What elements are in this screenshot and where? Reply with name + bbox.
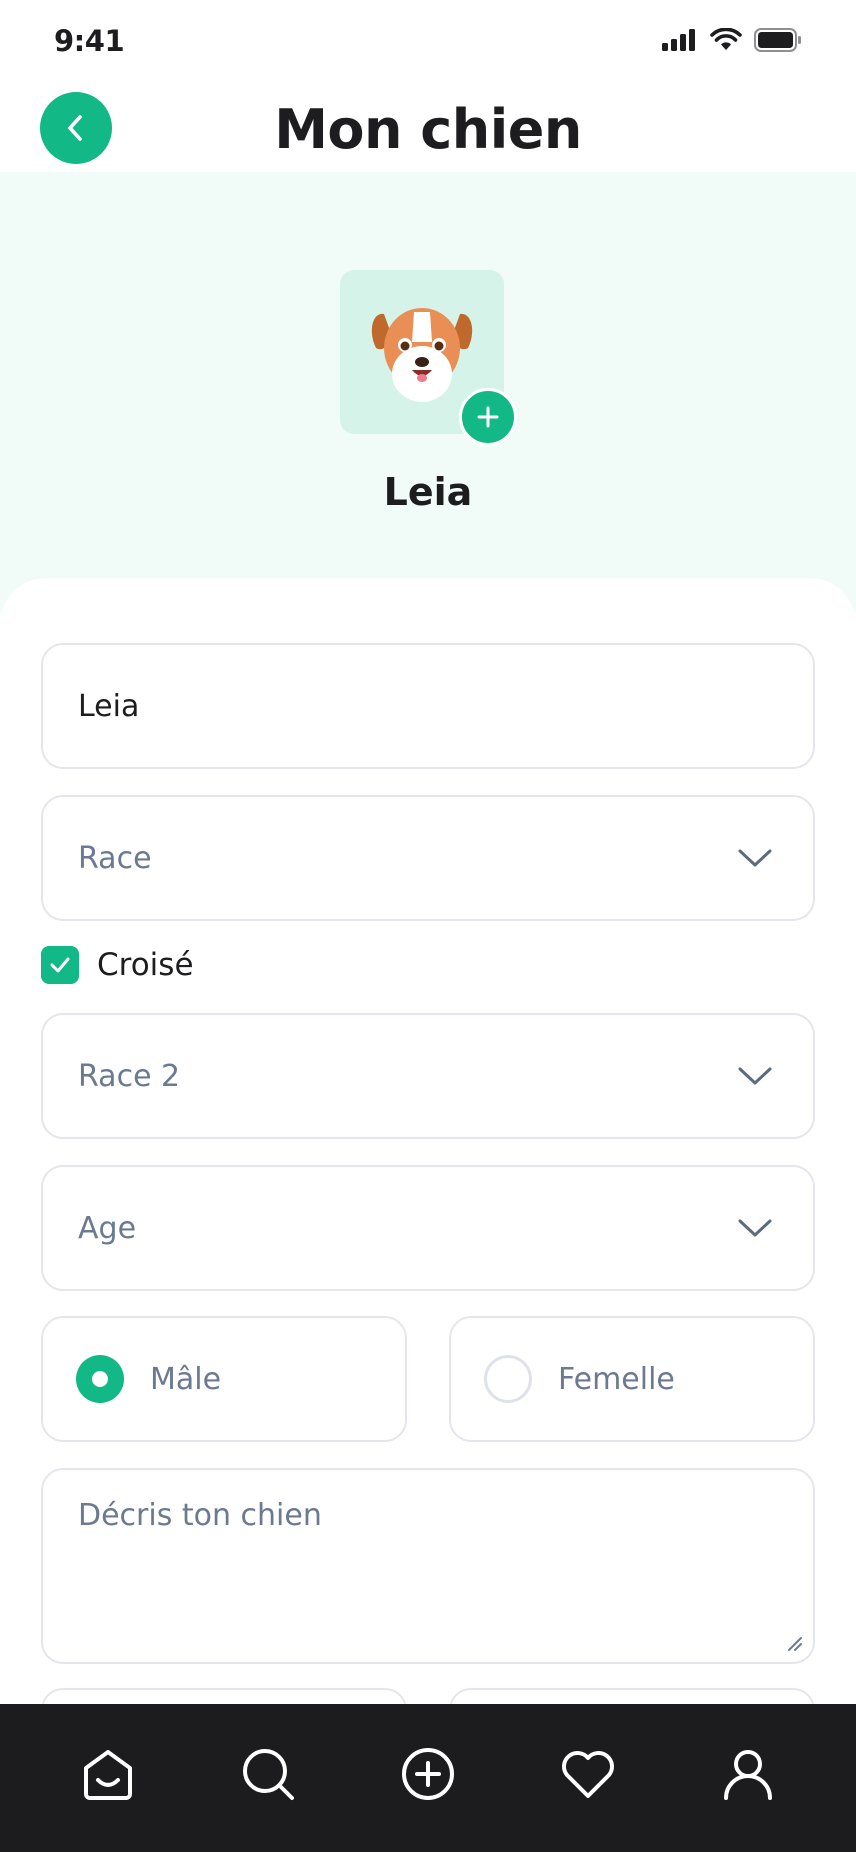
name-field[interactable]: Leia xyxy=(41,643,815,769)
search-icon xyxy=(243,1749,294,1800)
radio-unselected[interactable] xyxy=(484,1355,532,1403)
tab-bar xyxy=(0,1704,856,1852)
header: Mon chien xyxy=(0,80,856,172)
race2-select[interactable]: Race 2 xyxy=(41,1013,815,1139)
dog-name: Leia xyxy=(383,470,473,514)
checkbox-checked[interactable] xyxy=(41,946,79,984)
mixed-breed-checkbox[interactable]: Croisé xyxy=(41,946,194,984)
checkmark-icon xyxy=(50,957,70,973)
page-title: Mon chien xyxy=(274,98,582,161)
profile-hero: Leia xyxy=(0,172,856,612)
sex-option-male[interactable]: Mâle xyxy=(41,1316,407,1442)
age-select-placeholder: Age xyxy=(78,1210,137,1246)
status-time: 9:41 xyxy=(54,24,125,58)
female-label: Femelle xyxy=(558,1361,675,1397)
status-icons xyxy=(662,28,802,52)
form-card: Leia Race Croisé Race 2 Age Mâle Femelle xyxy=(0,578,856,1748)
radio-selected[interactable] xyxy=(76,1355,124,1403)
add-circle-icon xyxy=(402,1748,454,1800)
dog-avatar-image xyxy=(371,308,473,402)
heart-icon xyxy=(562,1751,614,1798)
mixed-breed-label: Croisé xyxy=(97,947,194,983)
age-select[interactable]: Age xyxy=(41,1165,815,1291)
sex-option-female[interactable]: Femelle xyxy=(449,1316,815,1442)
wifi-icon xyxy=(710,28,742,50)
profile-icon xyxy=(724,1750,772,1800)
name-field-value: Leia xyxy=(78,688,140,724)
tab-add[interactable] xyxy=(388,1734,468,1814)
chevron-down-icon xyxy=(738,1219,772,1237)
plus-icon xyxy=(477,406,499,428)
tab-favorites[interactable] xyxy=(548,1734,628,1814)
add-photo-button[interactable] xyxy=(459,388,517,446)
tab-home[interactable] xyxy=(68,1734,148,1814)
male-label: Mâle xyxy=(150,1361,222,1397)
cellular-signal-icon xyxy=(662,29,695,51)
chevron-down-icon xyxy=(738,849,772,867)
home-icon xyxy=(84,1750,132,1800)
resize-handle-icon[interactable] xyxy=(783,1632,805,1654)
chevron-down-icon xyxy=(738,1067,772,1085)
battery-icon xyxy=(754,28,801,52)
description-textarea[interactable]: Décris ton chien xyxy=(41,1468,815,1664)
tab-search[interactable] xyxy=(228,1734,308,1814)
status-bar: 9:41 xyxy=(0,0,856,80)
race2-select-placeholder: Race 2 xyxy=(78,1058,181,1094)
race-select[interactable]: Race xyxy=(41,795,815,921)
tab-profile[interactable] xyxy=(708,1734,788,1814)
race-select-placeholder: Race xyxy=(78,840,152,876)
description-placeholder: Décris ton chien xyxy=(78,1498,322,1533)
